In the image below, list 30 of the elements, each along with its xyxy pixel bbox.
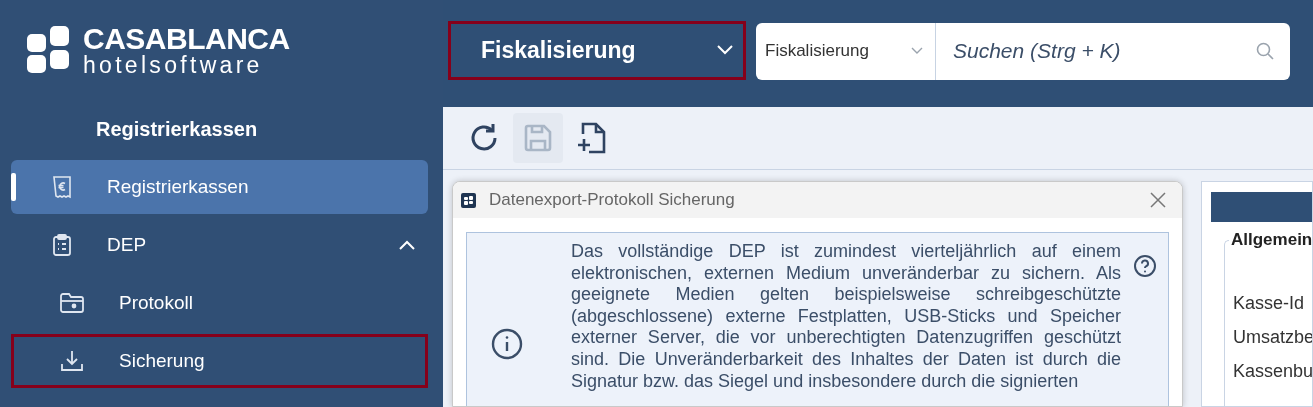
- info-icon: [491, 328, 523, 360]
- logo-name: CASABLANCA: [83, 25, 290, 53]
- help-icon[interactable]: [1133, 254, 1157, 278]
- receipt-icon: [52, 175, 72, 199]
- close-icon[interactable]: [1150, 192, 1166, 208]
- sidebar-item[interactable]: DEP: [11, 218, 428, 272]
- module-dropdown[interactable]: Fiskalisierung: [448, 20, 746, 80]
- chevron-down-icon: [911, 47, 923, 55]
- dialog-title: Datenexport-Protokoll Sicherung: [489, 190, 736, 210]
- search-icon[interactable]: [1256, 41, 1274, 60]
- download-icon: [60, 350, 83, 372]
- logo-tagline: hotelsoftware: [83, 53, 264, 77]
- field-label: Kasse-Id: [1233, 293, 1306, 315]
- selection-indicator: [11, 173, 16, 201]
- section-legend: Allgemein: [1229, 230, 1312, 250]
- sidebar-item[interactable]: Sicherung: [11, 334, 428, 388]
- new-document-icon: [577, 121, 607, 155]
- folder-icon: [59, 292, 84, 314]
- sidebar-item[interactable]: Protokoll: [11, 276, 428, 330]
- chevron-icon[interactable]: [399, 240, 415, 250]
- field-label: Kassenbu: [1233, 361, 1312, 383]
- sidebar-title: Registrierkassen: [95, 117, 259, 142]
- chevron-down-icon: [717, 45, 733, 55]
- search-field[interactable]: Suchen (Strg + K): [936, 22, 1290, 80]
- clipboard-icon: [52, 233, 72, 257]
- info-text: Das vollständige DEP ist zumindest vierteljährlich auf einem elektronischen, externen Medium unveränderbar zu sichern. Als geeignete Medien gelten beispielsweise schreibgeschützte (abgeschlossene) externe Festplatten, USB-Sticks und Speicher externer Server, die vor unberechtigten Datenzugriffen geschützt sind. Die Unveränderbarkeit des Inhaltes der Daten ist durch die Signatur bzw. das Siegel und insbesondere durch die signierten: [571, 241, 1121, 393]
- logo-icon: [27, 26, 71, 74]
- scope-dropdown[interactable]: Fiskalisierung: [756, 22, 936, 80]
- sidebar-item[interactable]: Registrierkassen: [11, 160, 428, 214]
- app-icon: [461, 192, 476, 208]
